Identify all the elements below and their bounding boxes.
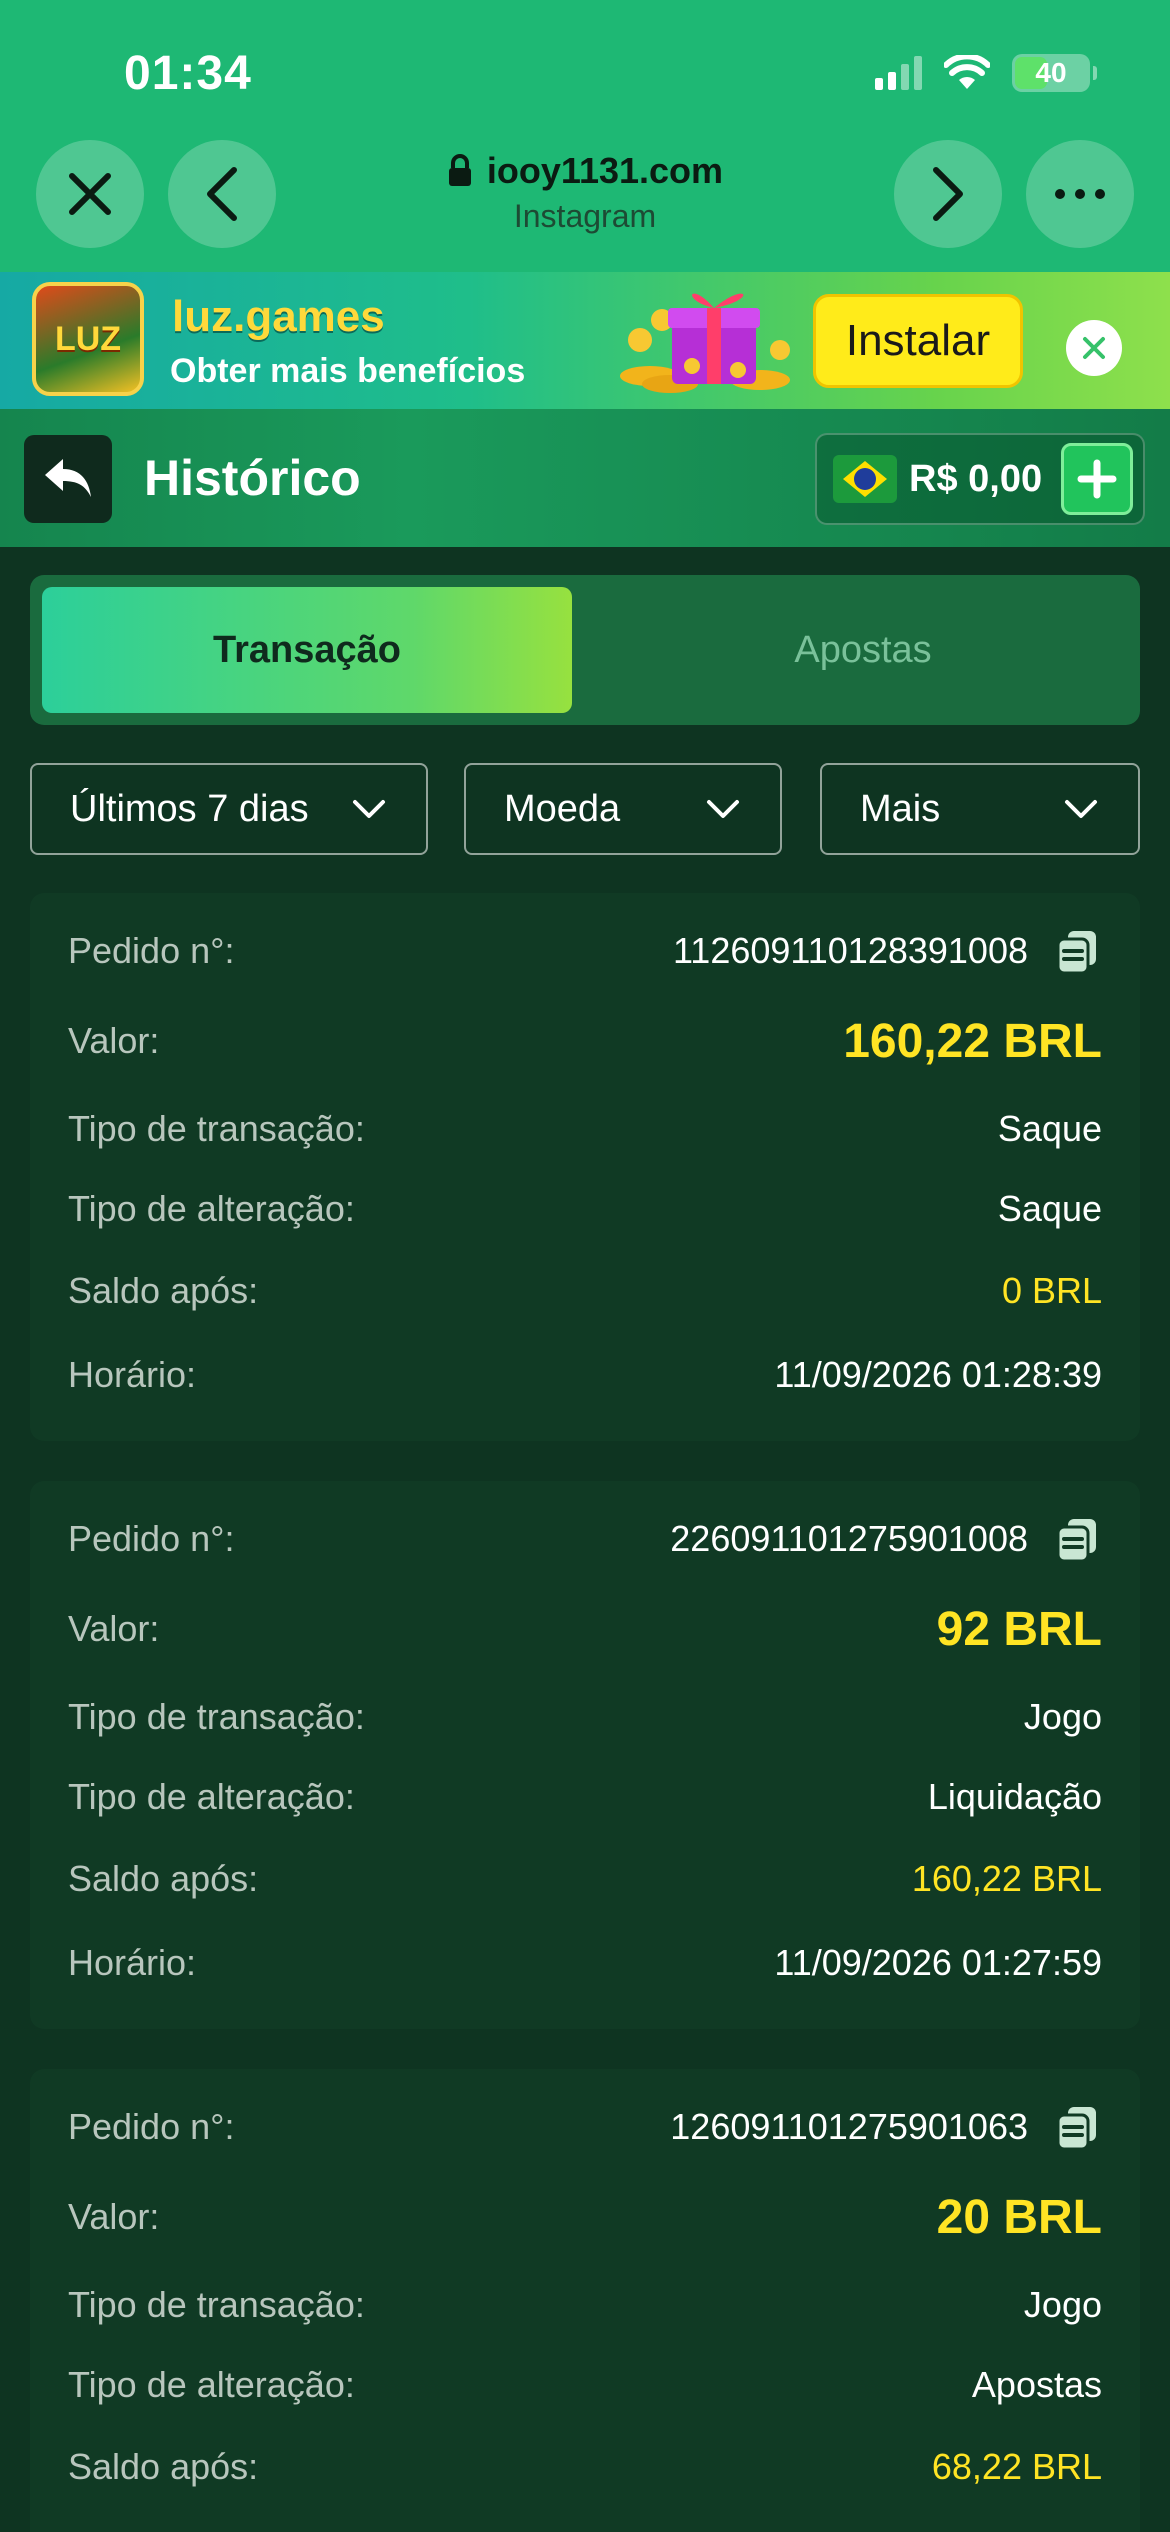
plus-icon — [1077, 459, 1117, 499]
balance-after: 0 BRL — [1001, 1270, 1102, 1311]
status-icons: 40 — [875, 54, 1097, 92]
copy-icon[interactable] — [1054, 2103, 1102, 2151]
currency-filter-dropdown[interactable]: Moeda — [464, 763, 782, 855]
signal-icon — [875, 56, 922, 90]
change-type-label: Tipo de alteração: — [68, 1188, 355, 1229]
time-label: Horário: — [68, 1942, 197, 1983]
time-label: Horário: — [68, 1354, 197, 1395]
transaction-card: Pedido n°: 126091101275901063 Valor: 20 … — [30, 2069, 1140, 2532]
balance-after: 160,22 BRL — [911, 1858, 1102, 1899]
brazil-flag-icon — [833, 455, 897, 503]
lock-icon — [448, 154, 471, 186]
chevron-down-icon — [353, 800, 385, 818]
chevron-down-icon — [707, 800, 739, 818]
change-type: Apostas — [971, 2364, 1102, 2405]
value-label: Valor: — [68, 1020, 160, 1061]
more-icon — [1055, 189, 1105, 199]
close-icon — [1083, 337, 1105, 359]
page-title: Histórico — [144, 450, 361, 506]
transaction-value: 92 BRL — [936, 1602, 1102, 1656]
order-number: 112609110128391008 — [672, 930, 1028, 971]
browser-chrome: 01:34 40 iooy1131.com Instagram — [0, 0, 1170, 272]
balance-after-label: Saldo após: — [68, 1858, 259, 1899]
transaction-type: Jogo — [1023, 2284, 1102, 2325]
order-label: Pedido n°: — [68, 930, 235, 971]
address-bar[interactable]: iooy1131.com Instagram — [300, 150, 870, 235]
back-nav-button[interactable] — [168, 140, 276, 248]
history-tabs: Transação Apostas — [30, 575, 1140, 725]
gift-coins-icon — [620, 293, 790, 393]
date-filter-dropdown[interactable]: Últimos 7 dias — [30, 763, 428, 855]
change-type: Saque — [997, 1188, 1102, 1229]
banner-tagline: Obter mais benefícios — [170, 352, 526, 390]
back-arrow-icon — [45, 459, 91, 497]
transaction-type: Jogo — [1023, 1696, 1102, 1737]
back-button[interactable] — [24, 435, 112, 523]
status-time: 01:34 — [124, 47, 252, 100]
chevron-left-icon — [207, 167, 237, 221]
install-button[interactable]: Instalar — [813, 294, 1023, 388]
close-icon — [69, 173, 111, 215]
transaction-type-label: Tipo de transação: — [68, 1696, 365, 1737]
app-install-banner: LUZ luz.games Obter mais benefícios Inst… — [0, 272, 1170, 409]
change-type: Liquidação — [927, 1776, 1102, 1817]
transaction-type-label: Tipo de transação: — [68, 1108, 365, 1149]
battery-level: 40 — [1035, 57, 1067, 88]
order-label: Pedido n°: — [68, 1518, 235, 1559]
transaction-time: 11/09/2026 01:27:59 — [774, 1942, 1102, 1983]
currency-filter-label: Moeda — [504, 787, 621, 830]
close-button[interactable] — [36, 140, 144, 248]
wifi-icon — [944, 55, 990, 89]
tab-apostas[interactable]: Apostas — [598, 587, 1128, 713]
more-filter-label: Mais — [860, 787, 941, 830]
forward-nav-button[interactable] — [894, 140, 1002, 248]
balance-after: 68,22 BRL — [931, 2446, 1102, 2487]
chevron-right-icon — [933, 167, 963, 221]
value-label: Valor: — [68, 1608, 160, 1649]
balance-amount: R$ 0,00 — [909, 457, 1043, 500]
copy-icon[interactable] — [1054, 927, 1102, 975]
banner-close-button[interactable] — [1066, 320, 1122, 376]
deposit-button[interactable] — [1061, 443, 1133, 515]
change-type-label: Tipo de alteração: — [68, 1776, 355, 1817]
transaction-value: 160,22 BRL — [843, 1014, 1102, 1068]
banner-app-name: luz.games — [172, 292, 385, 341]
battery-icon: 40 — [1012, 54, 1097, 92]
app-logo: LUZ — [32, 282, 144, 396]
balance-after-label: Saldo após: — [68, 1270, 259, 1311]
transaction-card: Pedido n°: 226091101275901008 Valor: 92 … — [30, 1481, 1140, 2029]
copy-icon[interactable] — [1054, 1515, 1102, 1563]
tab-transacao[interactable]: Transação — [42, 587, 572, 713]
order-number: 226091101275901008 — [670, 1518, 1028, 1559]
order-number: 126091101275901063 — [670, 2106, 1028, 2147]
chevron-down-icon — [1065, 800, 1097, 818]
transaction-value: 20 BRL — [936, 2190, 1102, 2244]
date-filter-label: Últimos 7 dias — [70, 787, 309, 830]
page-header: Histórico R$ 0,00 — [0, 409, 1170, 547]
more-filter-dropdown[interactable]: Mais — [820, 763, 1140, 855]
transaction-time: 11/09/2026 01:28:39 — [774, 1354, 1102, 1395]
url-source: Instagram — [513, 198, 657, 234]
order-label: Pedido n°: — [68, 2106, 235, 2147]
balance-after-label: Saldo após: — [68, 2446, 259, 2487]
wallet-balance: R$ 0,00 — [815, 433, 1145, 525]
url-text: iooy1131.com — [486, 150, 724, 191]
transaction-type-label: Tipo de transação: — [68, 2284, 365, 2325]
more-options-button[interactable] — [1026, 140, 1134, 248]
transaction-card: Pedido n°: 112609110128391008 Valor: 160… — [30, 893, 1140, 1441]
change-type-label: Tipo de alteração: — [68, 2364, 355, 2405]
value-label: Valor: — [68, 2196, 160, 2237]
transaction-type: Saque — [997, 1108, 1102, 1149]
